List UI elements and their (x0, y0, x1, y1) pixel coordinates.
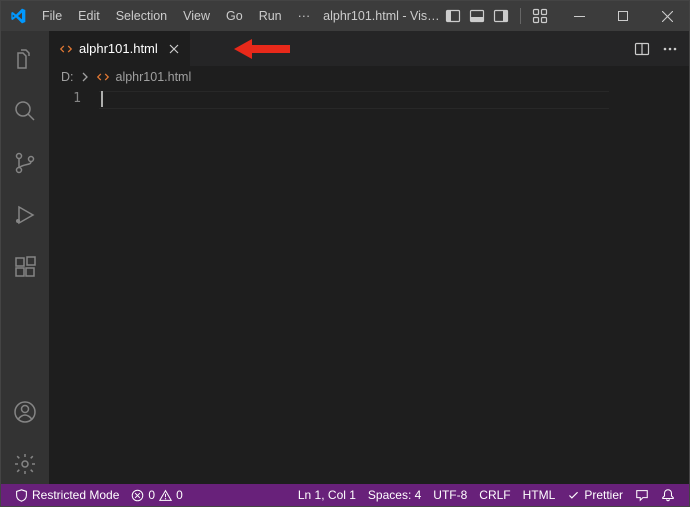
close-button[interactable] (645, 1, 689, 31)
code-area[interactable] (99, 89, 629, 484)
layout-controls (442, 5, 551, 27)
eol[interactable]: CRLF (473, 484, 516, 506)
menu-more[interactable]: ··· (291, 5, 318, 27)
toggle-secondary-sidebar-icon[interactable] (490, 5, 512, 27)
breadcrumbs[interactable]: D: alphr101.html (49, 66, 689, 88)
tab-alphr101[interactable]: alphr101.html (49, 31, 191, 66)
menu-selection[interactable]: Selection (109, 5, 174, 27)
menu-bar: File Edit Selection View Go Run ··· (35, 5, 317, 27)
menu-file[interactable]: File (35, 5, 69, 27)
html-file-icon (96, 70, 110, 84)
restricted-mode[interactable]: Restricted Mode (9, 484, 125, 506)
tabs-container: alphr101.html (49, 31, 689, 66)
encoding[interactable]: UTF-8 (427, 484, 473, 506)
activity-bar (1, 31, 49, 484)
more-actions-icon[interactable] (659, 38, 681, 60)
check-icon (567, 489, 580, 502)
language-mode[interactable]: HTML (517, 484, 562, 506)
notifications-icon[interactable] (655, 484, 681, 506)
shield-icon (15, 489, 28, 502)
current-line-highlight (99, 91, 609, 109)
minimize-button[interactable] (557, 1, 601, 31)
html-file-icon (59, 42, 73, 56)
annotation-arrow-icon (234, 37, 294, 61)
explorer-icon[interactable] (1, 39, 49, 79)
minimap[interactable] (629, 89, 689, 484)
settings-gear-icon[interactable] (1, 444, 49, 484)
extensions-icon[interactable] (1, 247, 49, 287)
editor-actions (631, 31, 689, 66)
cursor-position[interactable]: Ln 1, Col 1 (292, 484, 362, 506)
formatter[interactable]: Prettier (561, 484, 629, 506)
error-count: 0 (148, 488, 155, 502)
run-debug-icon[interactable] (1, 195, 49, 235)
source-control-icon[interactable] (1, 143, 49, 183)
breadcrumb-drive[interactable]: D: (61, 70, 74, 84)
editor-group: alphr101.html (49, 31, 689, 484)
warning-count: 0 (176, 488, 183, 502)
warning-icon (159, 489, 172, 502)
toggle-panel-icon[interactable] (466, 5, 488, 27)
maximize-button[interactable] (601, 1, 645, 31)
restricted-label: Restricted Mode (32, 488, 119, 502)
split-editor-icon[interactable] (631, 38, 653, 60)
customize-layout-icon[interactable] (529, 5, 551, 27)
formatter-label: Prettier (584, 488, 623, 502)
error-icon (131, 489, 144, 502)
menu-run[interactable]: Run (252, 5, 289, 27)
window-title: alphr101.html - Visual S… (323, 9, 442, 23)
breadcrumb-file[interactable]: alphr101.html (116, 70, 192, 84)
text-editor[interactable]: 1 (49, 88, 689, 484)
problem-counts[interactable]: 0 0 (125, 484, 188, 506)
search-icon[interactable] (1, 91, 49, 131)
tab-close-icon[interactable] (168, 43, 180, 55)
status-bar: Restricted Mode 0 0 Ln 1, Col 1 Spaces: … (1, 484, 689, 506)
vscode-logo-icon (1, 8, 35, 24)
menu-go[interactable]: Go (219, 5, 250, 27)
menu-view[interactable]: View (176, 5, 217, 27)
toggle-primary-sidebar-icon[interactable] (442, 5, 464, 27)
indentation[interactable]: Spaces: 4 (362, 484, 427, 506)
titlebar: File Edit Selection View Go Run ··· alph… (1, 1, 689, 31)
chevron-right-icon (80, 72, 90, 82)
line-numbers: 1 (49, 89, 99, 484)
divider (520, 8, 521, 24)
vscode-window: File Edit Selection View Go Run ··· alph… (0, 0, 690, 507)
menu-edit[interactable]: Edit (71, 5, 107, 27)
tab-label: alphr101.html (79, 41, 158, 56)
line-number: 1 (49, 91, 81, 106)
accounts-icon[interactable] (1, 392, 49, 432)
workbench-body: alphr101.html (1, 31, 689, 484)
text-cursor (101, 91, 103, 107)
feedback-icon[interactable] (629, 484, 655, 506)
